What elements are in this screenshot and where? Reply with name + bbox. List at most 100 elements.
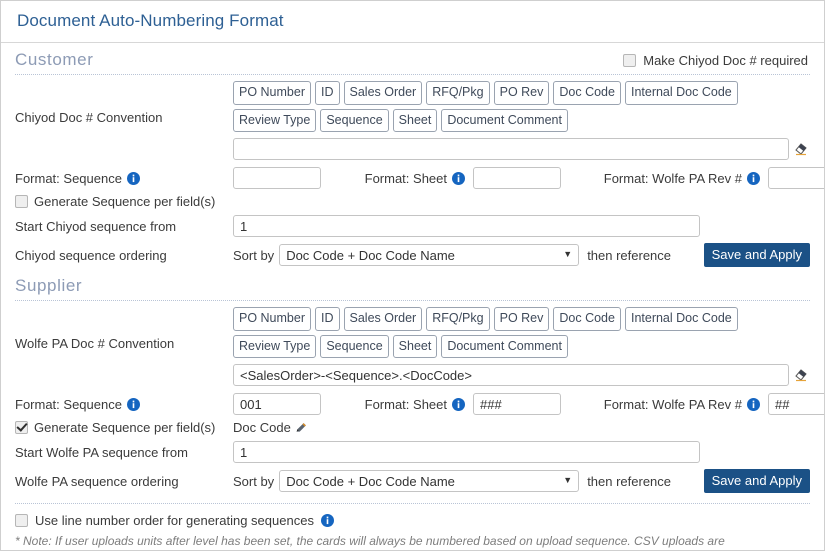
supplier-format-sheet-label: Format: Sheet [345, 397, 465, 412]
supplier-generate-per-field-value-wrap: Doc Code [233, 420, 308, 435]
supplier-section-header: Supplier [15, 276, 810, 301]
customer-format-row: Format: Sequence Format: Sheet Format: W [15, 167, 824, 189]
customer-form: Chiyod Doc # Convention PO Number ID Sal… [1, 75, 824, 267]
supplier-format-row: Format: Sequence Format: Sheet Format: W [15, 393, 824, 415]
supplier-convention-row: Wolfe PA Doc # Convention PO Number ID S… [15, 301, 810, 386]
customer-save-and-apply-button[interactable]: Save and Apply [703, 243, 810, 267]
customer-ordering-row: Chiyod sequence ordering Sort by Doc Cod… [15, 243, 810, 267]
customer-convention-input-wrap [233, 138, 810, 160]
token-chip[interactable]: Review Type [233, 108, 317, 132]
token-chip[interactable]: ID [315, 81, 340, 105]
customer-generate-per-field-control[interactable]: Generate Sequence per field(s) [15, 194, 233, 209]
supplier-generate-per-field-control[interactable]: Generate Sequence per field(s) [15, 420, 233, 435]
token-chip[interactable]: Doc Code [553, 81, 621, 105]
supplier-convention-input[interactable] [233, 364, 789, 386]
info-icon[interactable] [126, 171, 140, 185]
line-number-order-control[interactable]: Use line number order for generating seq… [15, 513, 810, 528]
token-chip[interactable]: Document Comment [441, 108, 568, 132]
supplier-convention-input-wrap [233, 364, 810, 386]
customer-then-reference-text: then reference [587, 247, 672, 263]
token-chip[interactable]: RFQ/Pkg [426, 81, 490, 105]
customer-format-sheet-label: Format: Sheet [345, 171, 465, 186]
line-number-order-label: Use line number order for generating seq… [35, 513, 314, 528]
token-chip[interactable]: Sales Order [343, 307, 423, 331]
customer-format-rev-input[interactable] [768, 167, 824, 189]
customer-generate-per-field-row: Generate Sequence per field(s) [15, 194, 810, 209]
footer-note: * Note: If user uploads units after leve… [15, 534, 725, 548]
token-chip[interactable]: ID [315, 307, 340, 331]
customer-sort-by-text: Sort by [233, 247, 275, 263]
customer-section-header: Customer Make Chiyod Doc # required [15, 50, 810, 75]
supplier-then-reference-text: then reference [587, 473, 672, 489]
page-title: Document Auto-Numbering Format [17, 11, 284, 30]
customer-start-input[interactable] [233, 215, 700, 237]
supplier-start-label: Start Wolfe PA sequence from [15, 444, 188, 460]
token-chip[interactable]: Sequence [320, 108, 389, 132]
make-chiyod-doc-required-row[interactable]: Make Chiyod Doc # required [623, 53, 810, 68]
supplier-convention-label: Wolfe PA Doc # Convention [15, 336, 175, 351]
info-icon[interactable] [320, 514, 334, 527]
supplier-format-sequence-input[interactable] [233, 393, 321, 415]
customer-convention-row: Chiyod Doc # Convention PO Number ID Sal… [15, 75, 810, 160]
token-chip[interactable]: Sheet [392, 334, 438, 358]
customer-format-sequence-input[interactable] [233, 167, 321, 189]
customer-sort-by-value: Doc Code + Doc Code Name [286, 248, 455, 263]
token-chip[interactable]: Sequence [320, 334, 389, 358]
customer-generate-per-field-checkbox[interactable] [15, 195, 28, 208]
token-chip[interactable]: Review Type [233, 334, 317, 358]
token-chip[interactable]: Sheet [392, 108, 438, 132]
supplier-sort-by-value: Doc Code + Doc Code Name [286, 474, 455, 489]
supplier-generate-per-field-value: Doc Code [233, 420, 291, 435]
customer-heading: Customer [15, 50, 94, 69]
token-chip[interactable]: PO Number [233, 81, 311, 105]
info-icon[interactable] [747, 397, 760, 411]
token-chip[interactable]: PO Number [233, 307, 311, 331]
customer-convention-input[interactable] [233, 138, 789, 160]
info-icon[interactable] [747, 171, 760, 185]
customer-ordering-label: Chiyod sequence ordering [15, 247, 167, 263]
customer-generate-per-field-label: Generate Sequence per field(s) [34, 194, 216, 209]
customer-format-sheet-input[interactable] [473, 167, 561, 189]
supplier-format-sequence-label: Format: Sequence [15, 397, 233, 412]
make-chiyod-doc-required-checkbox[interactable] [623, 53, 637, 67]
supplier-token-chips: PO Number ID Sales Order RFQ/Pkg PO Rev … [233, 301, 810, 358]
supplier-format-rev-label: Format: Wolfe PA Rev # [585, 397, 760, 412]
make-chiyod-doc-required-label: Make Chiyod Doc # required [643, 52, 808, 68]
supplier-format-sheet-input[interactable] [473, 393, 561, 415]
supplier-ordering-label: Wolfe PA sequence ordering [15, 473, 179, 489]
line-number-order-checkbox[interactable] [15, 514, 28, 527]
customer-token-chips: PO Number ID Sales Order RFQ/Pkg PO Rev … [233, 75, 810, 132]
token-chip[interactable]: RFQ/Pkg [426, 307, 490, 331]
eraser-icon[interactable] [794, 367, 807, 383]
customer-start-label: Start Chiyod sequence from [15, 218, 177, 234]
supplier-sort-by-select[interactable]: Doc Code + Doc Code Name [279, 470, 580, 492]
pencil-edit-icon[interactable] [295, 421, 308, 434]
customer-start-row: Start Chiyod sequence from [15, 215, 810, 237]
supplier-start-row: Start Wolfe PA sequence from [15, 441, 810, 463]
title-bar: Document Auto-Numbering Format [1, 1, 824, 43]
customer-format-rev-label: Format: Wolfe PA Rev # [585, 171, 760, 186]
customer-sort-by-select[interactable]: Doc Code + Doc Code Name [279, 244, 580, 266]
info-icon[interactable] [452, 171, 465, 185]
eraser-icon[interactable] [794, 141, 807, 157]
info-icon[interactable] [126, 397, 140, 411]
token-chip[interactable]: Sales Order [343, 81, 423, 105]
supplier-ordering-row: Wolfe PA sequence ordering Sort by Doc C… [15, 469, 810, 493]
token-chip[interactable]: PO Rev [493, 307, 550, 331]
footer-section: Use line number order for generating seq… [15, 503, 810, 550]
supplier-format-rev-input[interactable] [768, 393, 824, 415]
token-chip[interactable]: Internal Doc Code [624, 81, 738, 105]
supplier-generate-per-field-checkbox[interactable] [15, 421, 28, 434]
token-chip[interactable]: PO Rev [493, 81, 550, 105]
supplier-heading: Supplier [15, 276, 83, 295]
supplier-start-input[interactable] [233, 441, 700, 463]
info-icon[interactable] [452, 397, 465, 411]
supplier-save-and-apply-button[interactable]: Save and Apply [703, 469, 810, 493]
token-chip[interactable]: Doc Code [553, 307, 621, 331]
supplier-sort-by-text: Sort by [233, 473, 275, 489]
supplier-form: Wolfe PA Doc # Convention PO Number ID S… [1, 301, 824, 493]
supplier-generate-per-field-row: Generate Sequence per field(s) Doc Code [15, 420, 810, 435]
token-chip[interactable]: Document Comment [441, 334, 568, 358]
supplier-generate-per-field-label: Generate Sequence per field(s) [34, 420, 216, 435]
token-chip[interactable]: Internal Doc Code [624, 307, 738, 331]
